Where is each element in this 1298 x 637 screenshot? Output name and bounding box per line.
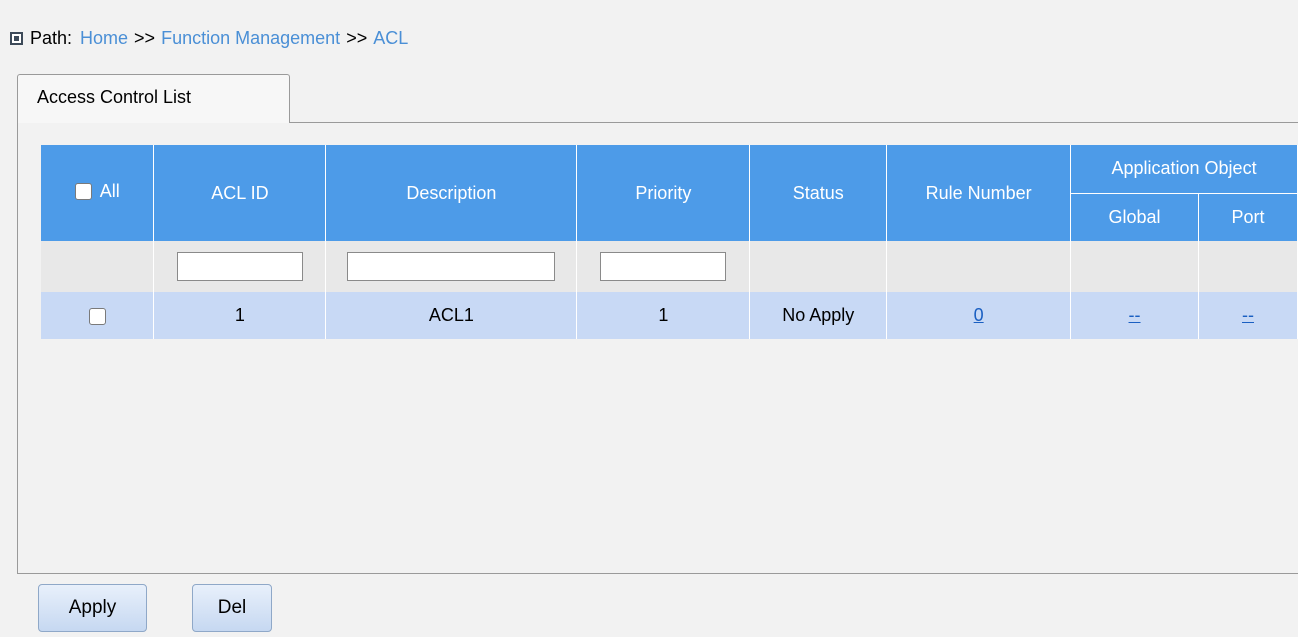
filter-cell [325, 241, 578, 292]
filter-cell-empty [1070, 241, 1199, 292]
acl-id-cell: 1 [153, 292, 327, 339]
filter-row [41, 241, 1298, 292]
description-header: Description [325, 145, 578, 241]
port-header: Port [1198, 192, 1298, 241]
global-header: Global [1070, 192, 1199, 241]
port-link[interactable]: -- [1242, 305, 1254, 325]
filter-cell-empty [886, 241, 1072, 292]
priority-filter-input[interactable] [600, 252, 727, 281]
breadcrumb-home-link[interactable]: Home [80, 28, 128, 49]
row-checkbox[interactable] [88, 307, 106, 325]
apply-button[interactable]: Apply [38, 584, 147, 632]
filter-cell-empty [749, 241, 888, 292]
priority-header: Priority [576, 145, 751, 241]
tab-access-control-list[interactable]: Access Control List [17, 74, 290, 123]
select-all-header: All [41, 145, 155, 241]
filter-cell-empty [41, 241, 155, 292]
acl-id-header: ACL ID [153, 145, 327, 241]
delete-button[interactable]: Del [192, 584, 272, 632]
acl-table: All ACL ID Description Priority Status R… [41, 145, 1298, 339]
breadcrumb-acl-link[interactable]: ACL [373, 28, 408, 49]
acl-id-filter-input[interactable] [176, 252, 303, 281]
filter-cell [153, 241, 327, 292]
rule-number-cell: 0 [886, 292, 1072, 339]
path-square-icon [10, 32, 23, 45]
breadcrumb-separator: >> [346, 28, 368, 48]
select-all-label: All [99, 181, 120, 201]
breadcrumb: Path: Home >> Function Management >> ACL [10, 28, 408, 49]
table-row: 1 ACL1 1 No Apply 0 -- -- [41, 292, 1298, 339]
description-filter-input[interactable] [347, 252, 556, 281]
priority-cell: 1 [576, 292, 751, 339]
application-object-header: Application Object [1070, 145, 1298, 193]
select-all-checkbox[interactable] [74, 183, 92, 200]
breadcrumb-label: Path: [30, 28, 73, 48]
breadcrumb-separator: >> [134, 28, 156, 48]
filter-cell-empty [1198, 241, 1298, 292]
rule-number-link[interactable]: 0 [974, 305, 984, 325]
status-header: Status [749, 145, 888, 241]
row-select-cell [41, 292, 155, 339]
description-cell: ACL1 [325, 292, 578, 339]
breadcrumb-function-management-link[interactable]: Function Management [161, 28, 340, 49]
rule-number-header: Rule Number [886, 145, 1072, 241]
global-cell: -- [1070, 292, 1199, 339]
global-link[interactable]: -- [1129, 305, 1141, 325]
port-cell: -- [1198, 292, 1298, 339]
status-cell: No Apply [749, 292, 888, 339]
filter-cell [576, 241, 751, 292]
